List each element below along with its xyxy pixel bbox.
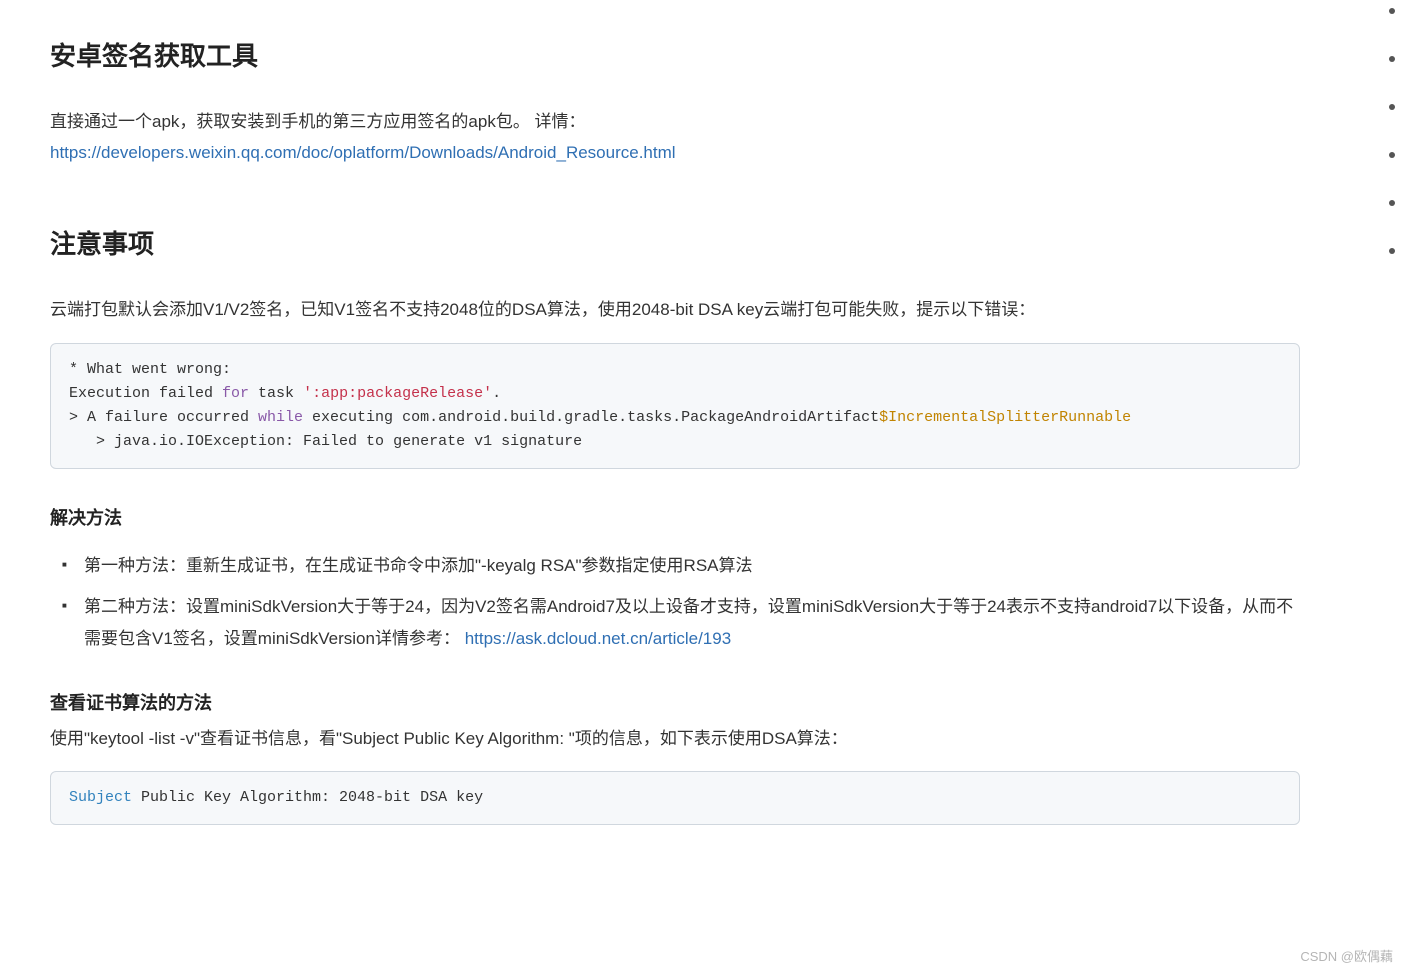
page-nav-dots [1389, 8, 1395, 254]
heading-notes: 注意事项 [50, 222, 1300, 266]
list-item: 第二种方法：设置miniSdkVersion大于等于24，因为V2签名需Andr… [84, 591, 1300, 654]
nav-dot[interactable] [1389, 104, 1395, 110]
code-keyword: Subject [69, 789, 132, 806]
code-text: * What went wrong: [69, 361, 231, 378]
heading-tool: 安卓签名获取工具 [50, 34, 1300, 78]
watermark: CSDN @欧偶藕 [1300, 946, 1393, 968]
code-text: > A failure occurred [69, 409, 258, 426]
heading-solution: 解决方法 [50, 503, 1300, 534]
dcloud-link[interactable]: https://ask.dcloud.net.cn/article/193 [465, 629, 732, 648]
tool-intro: 直接通过一个apk，获取安装到手机的第三方应用签名的apk包。 详情： [50, 108, 1300, 137]
code-string: ':app:packageRelease' [303, 385, 492, 402]
nav-dot[interactable] [1389, 248, 1395, 254]
nav-dot[interactable] [1389, 8, 1395, 14]
nav-dot[interactable] [1389, 200, 1395, 206]
error-code-block: * What went wrong: Execution failed for … [50, 343, 1300, 469]
code-keyword: while [258, 409, 303, 426]
code-text: > java.io.IOException: Failed to generat… [69, 433, 582, 450]
notes-intro: 云端打包默认会添加V1/V2签名，已知V1签名不支持2048位的DSA算法，使用… [50, 296, 1300, 325]
code-text: executing com.android.build.gradle.tasks… [303, 409, 879, 426]
code-text: Execution failed [69, 385, 222, 402]
code-text: task [249, 385, 303, 402]
tool-link-line: https://developers.weixin.qq.com/doc/opl… [50, 139, 1300, 168]
solution-list: 第一种方法：重新生成证书，在生成证书命令中添加"-keyalg RSA"参数指定… [50, 550, 1300, 654]
code-keyword: for [222, 385, 249, 402]
nav-dot[interactable] [1389, 56, 1395, 62]
heading-check-algo: 查看证书算法的方法 [50, 688, 1300, 719]
list-item: 第一种方法：重新生成证书，在生成证书命令中添加"-keyalg RSA"参数指定… [84, 550, 1300, 581]
algo-code-block: Subject Public Key Algorithm: 2048-bit D… [50, 771, 1300, 825]
check-intro: 使用"keytool -list -v"查看证书信息，看"Subject Pub… [50, 725, 1300, 754]
code-text: . [492, 385, 501, 402]
nav-dot[interactable] [1389, 152, 1395, 158]
code-variable: $IncrementalSplitterRunnable [879, 409, 1131, 426]
article-content: 安卓签名获取工具 直接通过一个apk，获取安装到手机的第三方应用签名的apk包。… [50, 34, 1300, 825]
weixin-link[interactable]: https://developers.weixin.qq.com/doc/opl… [50, 143, 676, 162]
code-text: Public Key Algorithm: 2048-bit DSA key [132, 789, 483, 806]
